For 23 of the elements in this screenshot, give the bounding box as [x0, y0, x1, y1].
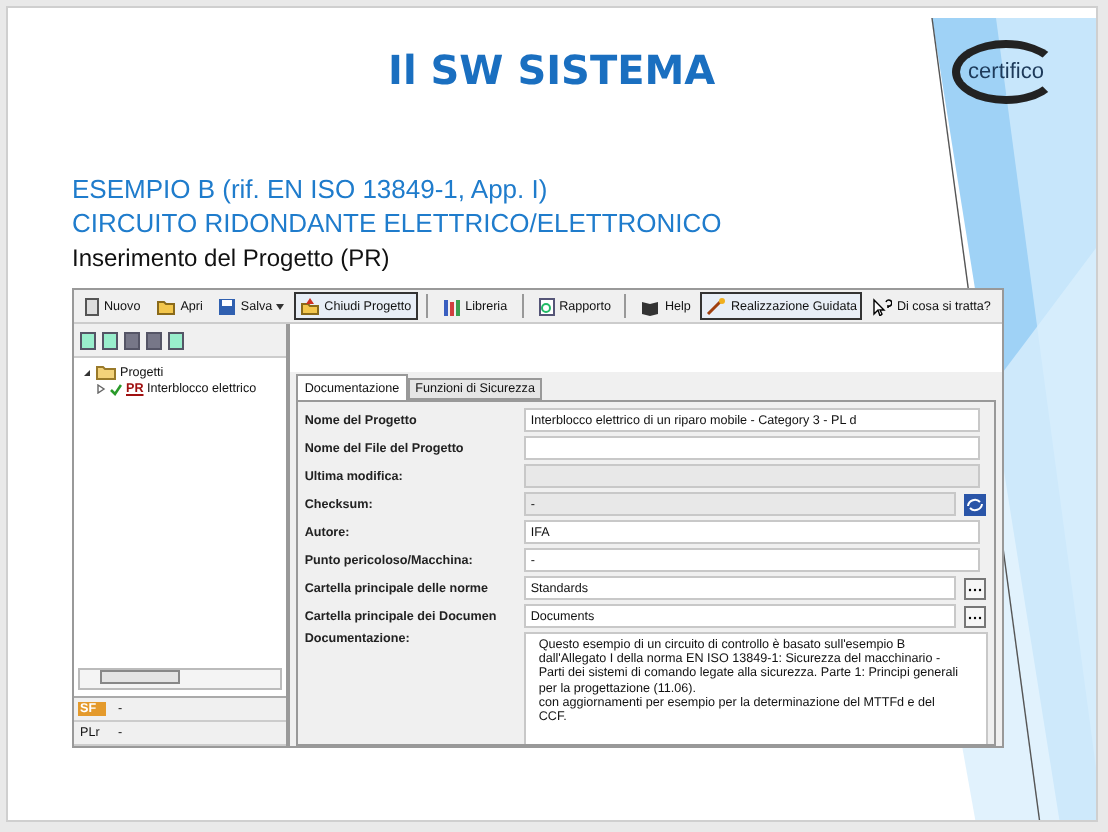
input-field[interactable] [524, 436, 980, 460]
folder-icon [300, 297, 321, 315]
folder-icon [156, 297, 177, 315]
slide-caption: Inserimento del Progetto (PR) [72, 244, 392, 272]
browse-button[interactable] [964, 577, 986, 599]
slide-heading: ESEMPIO B (rif. EN ISO 13849-1, App. I) [72, 174, 550, 204]
ellipsis-icon [968, 585, 982, 591]
scrollbar-thumb[interactable] [100, 670, 180, 684]
ellipsis-icon [968, 613, 982, 619]
help-pointer-icon [872, 297, 893, 315]
slide-heading: CIRCUITO RIDONDANTE ELETTRICO/ELETTRONICO [72, 208, 724, 238]
books-icon [441, 297, 462, 315]
magic-wand-icon [706, 297, 727, 315]
refresh-icon[interactable] [964, 493, 986, 515]
caret-icon [276, 303, 285, 309]
browse-button[interactable] [964, 605, 986, 627]
collapse-arrow-icon[interactable] [82, 367, 92, 377]
horizontal-scrollbar[interactable] [78, 668, 283, 690]
report-icon [537, 297, 556, 315]
slide-title: Il SW SISTEMA [388, 46, 716, 94]
folder-icon [96, 364, 116, 380]
expand-arrow-icon[interactable] [96, 384, 106, 394]
book-icon [640, 297, 661, 315]
